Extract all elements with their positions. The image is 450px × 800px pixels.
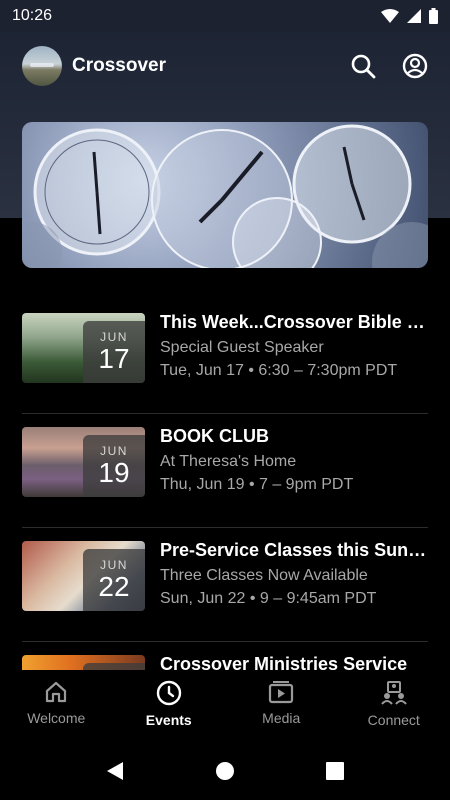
media-icon <box>269 681 294 704</box>
event-item[interactable]: JUN 22 Pre-Service Classes this Sunday T… <box>22 528 430 642</box>
date-month: JUN <box>100 330 128 344</box>
recents-icon[interactable] <box>325 761 345 781</box>
date-month: JUN <box>100 558 128 572</box>
status-time: 10:26 <box>12 7 53 24</box>
event-text: BOOK CLUB At Theresa's Home Thu, Jun 19 … <box>160 426 430 494</box>
event-datetime: Thu, Jun 19 • 7 – 9pm PDT <box>160 476 354 493</box>
home-button-icon[interactable] <box>215 761 235 781</box>
clock-icon <box>156 680 181 706</box>
date-day: 19 <box>98 457 130 488</box>
event-subtitle: Special Guest Speaker <box>160 339 324 356</box>
date-badge: JUN 19 <box>83 435 145 497</box>
nav-events[interactable]: Events <box>113 670 226 742</box>
battery-icon <box>429 8 438 24</box>
event-text: This Week...Crossover Bible Study Specia… <box>160 312 430 380</box>
date-month: JUN <box>100 444 128 458</box>
account-icon <box>402 53 428 79</box>
bottom-nav: Welcome Events Media Connect <box>0 670 450 742</box>
featured-banner[interactable] <box>22 122 428 268</box>
avatar[interactable] <box>22 46 62 86</box>
date-day: 22 <box>98 571 130 602</box>
clock-collage-image <box>22 124 428 268</box>
nav-label: Media <box>262 710 301 726</box>
back-icon[interactable] <box>105 761 125 781</box>
nav-welcome[interactable]: Welcome <box>0 670 113 742</box>
event-thumbnail: JUN 22 <box>22 541 145 611</box>
signal-icon <box>407 9 421 23</box>
event-thumbnail: JUN 17 <box>22 313 145 383</box>
event-datetime: Tue, Jun 17 • 6:30 – 7:30pm PDT <box>160 362 398 379</box>
nav-media[interactable]: Media <box>225 670 338 742</box>
date-day: 17 <box>98 343 130 374</box>
app-title: Crossover <box>72 55 166 76</box>
app-actions <box>350 53 428 79</box>
event-thumbnail: JUN 19 <box>22 427 145 497</box>
date-badge: JUN 17 <box>83 321 145 383</box>
event-subtitle: Three Classes Now Available <box>160 567 368 584</box>
nav-label: Connect <box>367 712 420 728</box>
nav-label: Welcome <box>27 710 86 726</box>
event-item[interactable]: JUN 19 BOOK CLUB At Theresa's Home Thu, … <box>22 414 428 528</box>
event-item[interactable]: JUN 17 This Week...Crossover Bible Study… <box>22 300 430 414</box>
event-text: Pre-Service Classes this Sunday Three Cl… <box>160 540 430 608</box>
search-icon <box>351 54 376 79</box>
search-button[interactable] <box>350 53 376 79</box>
event-title: This Week...Crossover Bible Study <box>160 312 430 332</box>
app-bar: Crossover <box>0 42 450 90</box>
nav-label: Events <box>145 712 192 728</box>
status-bar: 10:26 <box>0 0 450 32</box>
connect-icon <box>380 681 407 705</box>
wifi-icon <box>381 9 399 23</box>
event-title: BOOK CLUB <box>160 426 269 446</box>
event-title: Pre-Service Classes this Sunday <box>160 540 430 560</box>
nav-connect[interactable]: Connect <box>338 670 450 742</box>
account-button[interactable] <box>402 53 428 79</box>
date-badge: JUN 22 <box>83 549 145 611</box>
home-icon <box>46 681 67 703</box>
system-nav-bar <box>0 742 450 800</box>
event-subtitle: At Theresa's Home <box>160 453 297 470</box>
status-icons <box>381 8 438 24</box>
event-datetime: Sun, Jun 22 • 9 – 9:45am PDT <box>160 590 377 607</box>
